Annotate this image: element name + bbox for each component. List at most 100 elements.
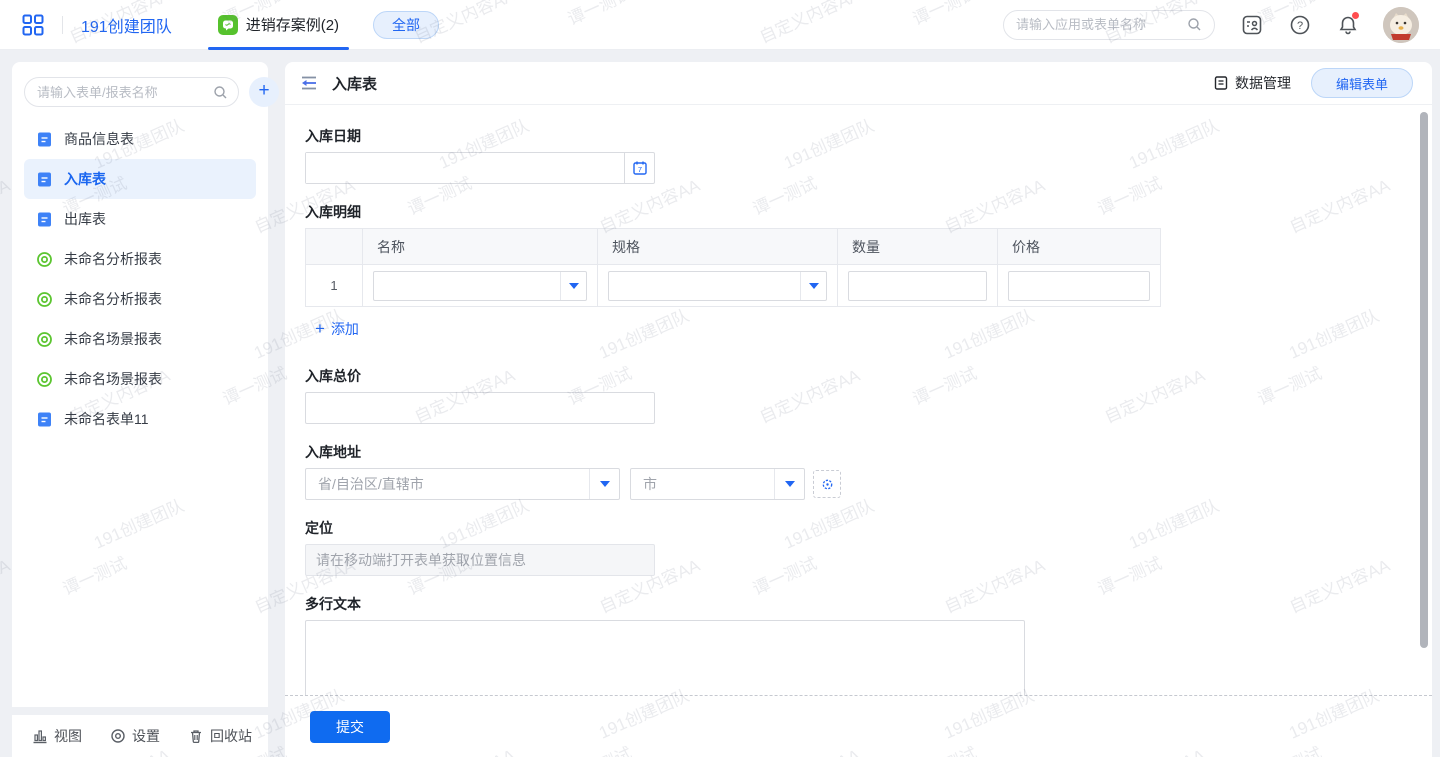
sidebar-item-label: 未命名场景报表 bbox=[64, 329, 162, 349]
city-select[interactable]: 市 bbox=[630, 468, 805, 500]
submit-button[interactable]: 提交 bbox=[310, 711, 390, 743]
chevron-down-icon bbox=[774, 469, 804, 499]
watermark-text: 191创建团队 bbox=[0, 301, 2, 363]
form-doc-icon bbox=[36, 211, 53, 228]
collapse-sidebar-icon[interactable] bbox=[299, 73, 319, 93]
notification-dot bbox=[1352, 12, 1359, 19]
sidebar-item[interactable]: 未命名分析报表 bbox=[24, 279, 256, 319]
field-label-address: 入库地址 bbox=[305, 443, 1432, 461]
calendar-button[interactable]: 7 bbox=[624, 153, 654, 183]
detail-table: 名称 规格 数量 价格 1 bbox=[305, 228, 1161, 307]
team-name[interactable]: 191创建团队 bbox=[81, 13, 172, 37]
svg-text:?: ? bbox=[1297, 20, 1303, 32]
header-index bbox=[306, 229, 363, 265]
all-apps-button[interactable]: 全部 bbox=[373, 11, 439, 39]
sidebar-item[interactable]: 未命名场景报表 bbox=[24, 319, 256, 359]
field-label-location: 定位 bbox=[305, 519, 1432, 537]
sidebar-item-label: 入库表 bbox=[64, 169, 106, 189]
sidebar: + 商品信息表 bbox=[12, 62, 268, 707]
field-label-multiline: 多行文本 bbox=[305, 595, 1432, 613]
sidebar-item[interactable]: 未命名分析报表 bbox=[24, 239, 256, 279]
main-header: 入库表 数据管理 编辑表单 bbox=[285, 62, 1432, 105]
app-icon bbox=[218, 15, 238, 35]
vertical-scrollbar[interactable] bbox=[1420, 112, 1428, 648]
form-doc-icon bbox=[36, 411, 53, 428]
field-label-total: 入库总价 bbox=[305, 367, 1432, 385]
sidebar-item[interactable]: 入库表 bbox=[24, 159, 256, 199]
edit-form-button[interactable]: 编辑表单 bbox=[1311, 68, 1413, 98]
add-form-button[interactable]: + bbox=[249, 77, 279, 107]
watermark-text: 191创建团队 bbox=[0, 681, 2, 743]
header-qty: 数量 bbox=[838, 229, 998, 265]
sidebar-search bbox=[24, 77, 239, 107]
sidebar-search-input[interactable] bbox=[37, 85, 213, 100]
recycle-bin-button[interactable]: 回收站 bbox=[188, 726, 252, 746]
search-icon[interactable] bbox=[1187, 17, 1202, 32]
add-row-button[interactable]: + 添加 bbox=[315, 319, 359, 339]
page-title: 入库表 bbox=[332, 73, 377, 94]
sidebar-list: 商品信息表 入库表 bbox=[12, 117, 268, 441]
row-index: 1 bbox=[306, 265, 363, 307]
sidebar-item-label: 未命名场景报表 bbox=[64, 369, 162, 389]
multiline-textarea[interactable] bbox=[305, 620, 1025, 695]
sidebar-item-label: 未命名分析报表 bbox=[64, 289, 162, 309]
sidebar-footer: 视图 设置 回收站 bbox=[12, 715, 268, 757]
active-tab-underline bbox=[208, 47, 349, 50]
main-panel: 入库表 数据管理 编辑表单 入库日期 bbox=[285, 62, 1432, 757]
spec-select[interactable] bbox=[608, 271, 827, 301]
qty-input[interactable] bbox=[848, 271, 987, 301]
header-spec: 规格 bbox=[598, 229, 838, 265]
help-icon[interactable]: ? bbox=[1289, 14, 1311, 36]
sidebar-item[interactable]: 出库表 bbox=[24, 199, 256, 239]
trash-icon bbox=[188, 728, 204, 744]
notification-bell-icon[interactable] bbox=[1337, 14, 1359, 36]
report-icon bbox=[36, 371, 53, 388]
province-select[interactable]: 省/自治区/直辖市 bbox=[305, 468, 620, 500]
global-search bbox=[1003, 10, 1215, 40]
report-icon bbox=[36, 291, 53, 308]
crosshair-icon bbox=[820, 477, 835, 492]
field-label-detail: 入库明细 bbox=[305, 203, 1432, 221]
sidebar-item[interactable]: 未命名表单11 bbox=[24, 399, 256, 439]
global-search-input[interactable] bbox=[1016, 17, 1187, 32]
page: 191创建团队 进销存案例(2) 全部 bbox=[0, 0, 1440, 757]
gear-icon bbox=[110, 728, 126, 744]
form-doc-icon bbox=[36, 131, 53, 148]
apps-grid-icon[interactable] bbox=[22, 14, 44, 36]
sidebar-item-label: 未命名分析报表 bbox=[64, 249, 162, 269]
app-tab-label: 进销存案例(2) bbox=[246, 14, 339, 35]
date-input[interactable] bbox=[306, 153, 624, 183]
top-nav: 191创建团队 进销存案例(2) 全部 bbox=[0, 0, 1440, 50]
chevron-down-icon bbox=[560, 272, 586, 300]
sidebar-item-label: 商品信息表 bbox=[64, 129, 134, 149]
search-icon bbox=[213, 85, 228, 100]
detail-table-row: 1 bbox=[306, 265, 1161, 307]
form-footer: 提交 bbox=[285, 695, 1432, 757]
total-price-input[interactable] bbox=[305, 392, 655, 424]
map-picker-button[interactable] bbox=[813, 470, 841, 498]
settings-button[interactable]: 设置 bbox=[110, 726, 160, 746]
user-avatar[interactable] bbox=[1383, 7, 1419, 43]
contacts-icon[interactable] bbox=[1241, 14, 1263, 36]
nav-divider bbox=[62, 16, 63, 34]
form-scroll-area: 入库日期 7 入库明细 名称 规格 bbox=[285, 105, 1432, 695]
sidebar-search-row: + bbox=[12, 62, 268, 117]
price-input[interactable] bbox=[1008, 271, 1150, 301]
tab-app[interactable]: 进销存案例(2) bbox=[214, 0, 343, 50]
report-icon bbox=[36, 331, 53, 348]
name-select[interactable] bbox=[373, 271, 587, 301]
sidebar-item[interactable]: 未命名场景报表 bbox=[24, 359, 256, 399]
header-price: 价格 bbox=[998, 229, 1161, 265]
sidebar-item[interactable]: 商品信息表 bbox=[24, 119, 256, 159]
svg-text:7: 7 bbox=[637, 165, 641, 174]
location-input[interactable] bbox=[305, 544, 655, 576]
report-icon bbox=[36, 251, 53, 268]
field-label-date: 入库日期 bbox=[305, 127, 1432, 145]
views-button[interactable]: 视图 bbox=[32, 726, 82, 746]
sidebar-item-label: 出库表 bbox=[64, 209, 106, 229]
bar-chart-icon bbox=[32, 728, 48, 744]
chevron-down-icon bbox=[589, 469, 619, 499]
sidebar-item-label: 未命名表单11 bbox=[64, 409, 149, 429]
data-manage-button[interactable]: 数据管理 bbox=[1213, 73, 1291, 93]
calendar-icon: 7 bbox=[632, 160, 648, 176]
